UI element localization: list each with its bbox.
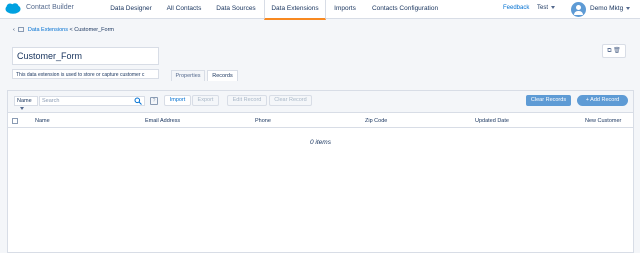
edit-record-button[interactable]: Edit Record	[227, 95, 267, 106]
table-header: Name Email Address Phone Zip Code Update…	[8, 114, 633, 128]
column-header-email[interactable]: Email Address	[145, 118, 180, 124]
column-header-name[interactable]: Name	[35, 118, 50, 124]
breadcrumb-separator: <	[69, 27, 73, 33]
business-unit-select[interactable]: Test	[537, 5, 556, 11]
user-menu[interactable]: Demo Mktg	[590, 5, 631, 12]
data-extension-name-field[interactable]: Customer_Form	[12, 47, 159, 65]
salesforce-cloud-icon	[5, 3, 21, 14]
app-name: Contact Builder	[26, 4, 74, 11]
records-panel: Name Search ? Import Export Edit Record …	[7, 90, 634, 253]
data-extension-description-field[interactable]: This data extension is used to store or …	[12, 69, 159, 79]
column-header-updated-date[interactable]: Updated Date	[475, 118, 509, 124]
nav-tab-all-contacts[interactable]: All Contacts	[161, 0, 207, 19]
export-button[interactable]: Export	[192, 95, 219, 106]
avatar[interactable]	[571, 2, 586, 17]
search-icon[interactable]	[134, 97, 142, 105]
breadcrumb-parent[interactable]: Data Extensions	[28, 27, 68, 33]
trash-icon[interactable]: 🗑	[613, 48, 621, 54]
feedback-link[interactable]: Feedback	[503, 5, 529, 11]
tab-records[interactable]: Records	[207, 70, 238, 81]
chevron-down-icon	[551, 5, 556, 9]
nav-tab-data-designer[interactable]: Data Designer	[101, 0, 161, 19]
filter-field-label: Name	[17, 98, 32, 104]
column-header-phone[interactable]: Phone	[255, 118, 271, 124]
top-navigation: Contact Builder Data Designer All Contac…	[0, 0, 640, 20]
column-header-zip[interactable]: Zip Code	[365, 118, 387, 124]
add-record-button[interactable]: + Add Record	[577, 95, 628, 106]
back-chevron-icon[interactable]: ‹	[13, 27, 15, 33]
nav-tab-data-extensions[interactable]: Data Extensions	[264, 0, 326, 20]
filter-field-select[interactable]: Name	[14, 96, 38, 111]
search-input[interactable]: Search	[39, 96, 145, 106]
clear-records-button[interactable]: Clear Records	[526, 95, 571, 106]
business-unit-label: Test	[537, 5, 549, 11]
empty-state-text: 0 items	[310, 139, 331, 146]
chevron-down-icon	[626, 6, 631, 10]
select-all-checkbox[interactable]	[12, 118, 18, 124]
tab-properties[interactable]: Properties	[171, 70, 205, 81]
nav-tab-data-sources[interactable]: Data Sources	[210, 0, 262, 19]
copy-icon[interactable]: ⧉	[607, 48, 611, 54]
breadcrumb-current: Customer_Form	[74, 27, 114, 33]
column-header-new-customer[interactable]: New Customer	[585, 118, 621, 124]
user-name: Demo Mktg	[590, 5, 624, 12]
breadcrumb: ‹ Data Extensions < Customer_Form	[13, 27, 114, 33]
records-toolbar: Name Search ? Import Export Edit Record …	[8, 91, 633, 113]
import-button[interactable]: Import	[164, 95, 191, 106]
nav-tab-imports[interactable]: Imports	[328, 0, 362, 19]
folder-icon	[18, 27, 25, 33]
clear-record-button[interactable]: Clear Record	[269, 95, 312, 106]
help-icon[interactable]: ?	[150, 97, 158, 105]
nav-tab-contacts-configuration[interactable]: Contacts Configuration	[364, 0, 446, 19]
page-tools: ⧉ 🗑	[602, 44, 626, 58]
chevron-down-icon	[20, 107, 24, 111]
